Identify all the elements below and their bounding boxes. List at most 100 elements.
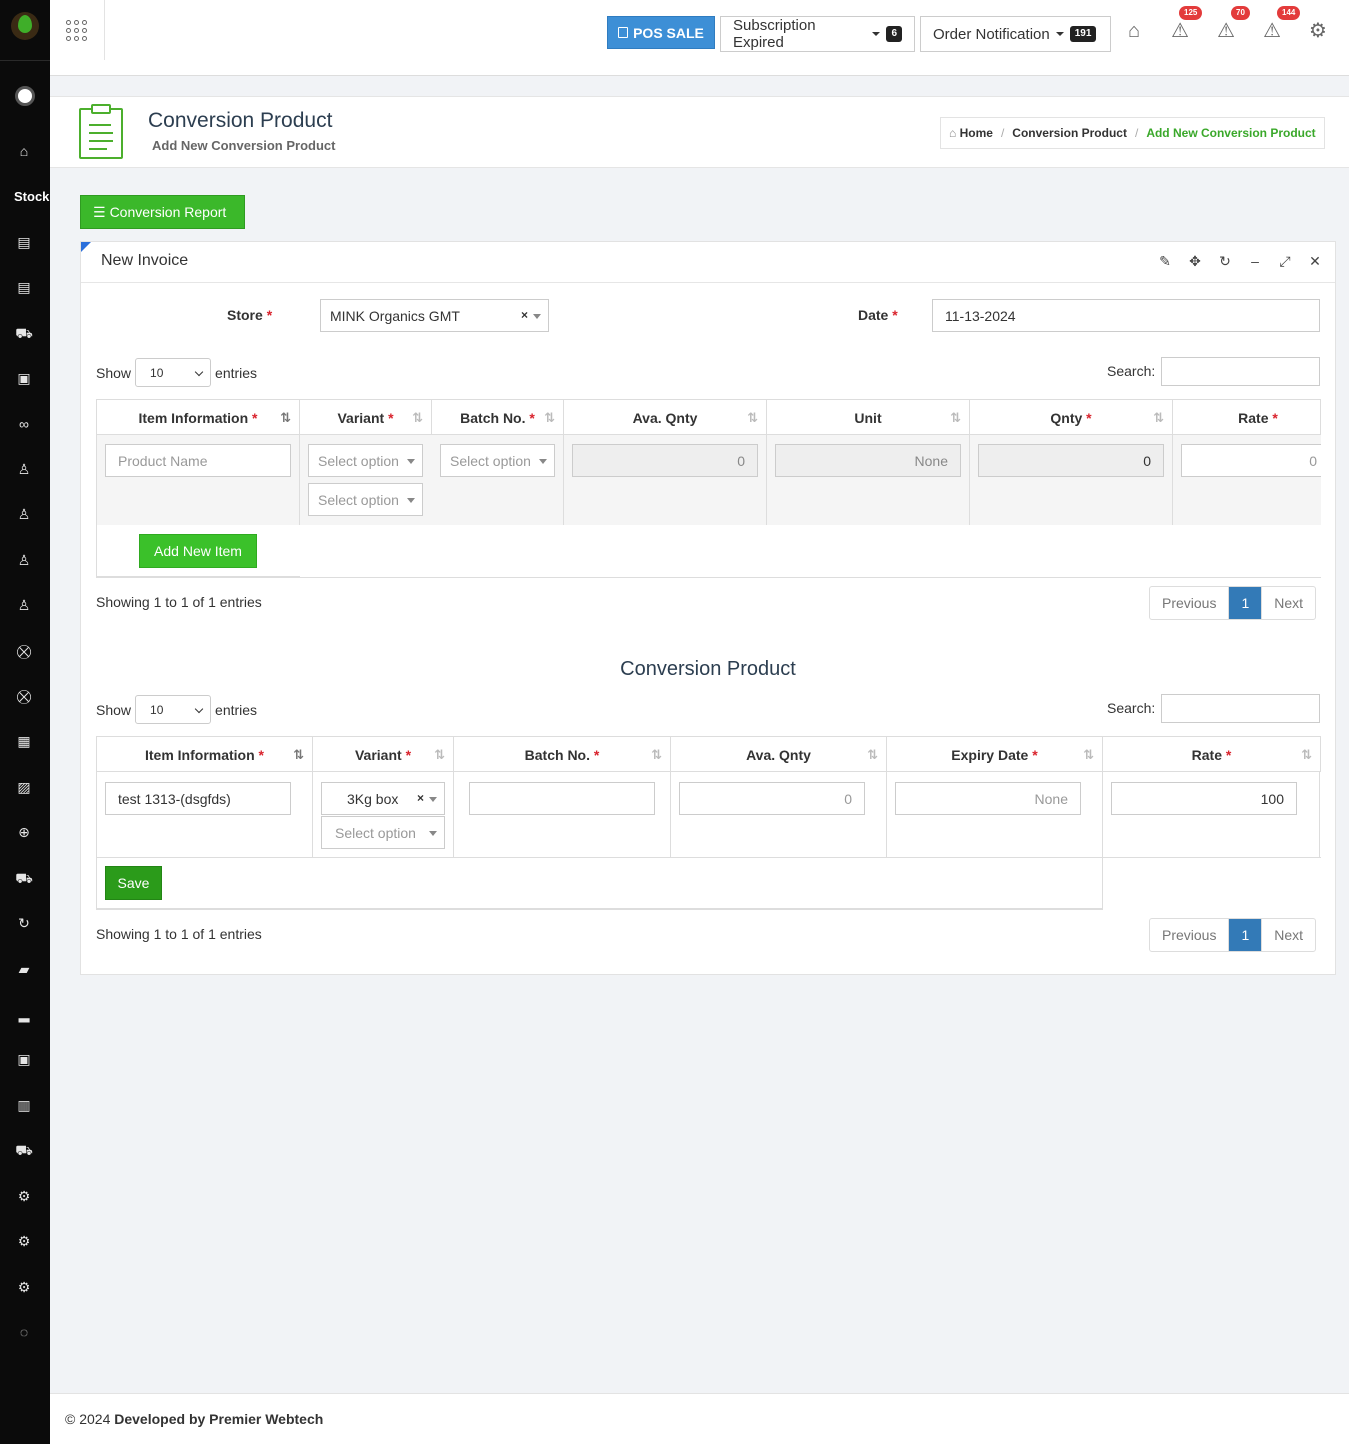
expand-icon[interactable]: ⤢ <box>1277 253 1293 269</box>
subscription-dropdown[interactable]: Subscription Expired 6 <box>720 16 915 52</box>
apps-grid-icon[interactable] <box>66 20 88 42</box>
sort-icon: ⇅ <box>280 410 291 425</box>
rate-input[interactable]: 0 <box>1181 444 1321 477</box>
gear-icon[interactable]: ⚙ <box>15 1280 33 1294</box>
user-icon[interactable]: ♙ <box>15 507 33 521</box>
add-new-item-button[interactable]: Add New Item <box>139 534 257 568</box>
variant-select-2[interactable]: Select option <box>321 816 445 849</box>
next-button[interactable]: Next <box>1262 587 1315 619</box>
table1-header: Item Information * ⇅ Variant * ⇅ Batch No.… <box>96 399 1321 435</box>
table1-search-input[interactable] <box>1161 357 1320 386</box>
truck-icon[interactable]: ⛟ <box>15 1143 33 1157</box>
table1-length-control: Show 10 entries <box>96 358 257 387</box>
user-icon[interactable]: ♙ <box>15 462 33 476</box>
table1-col-qnty[interactable]: Qnty * ⇅ <box>970 400 1173 434</box>
edit-icon[interactable]: ✎ <box>1157 253 1173 269</box>
table1-length-select[interactable]: 10 <box>135 358 212 387</box>
table2-col-variant[interactable]: Variant * ⇅ <box>313 737 454 773</box>
chart-icon[interactable]: ▂ <box>15 1007 33 1021</box>
date-input[interactable]: 11-13-2024 <box>932 299 1320 332</box>
alert-badge-3: 144 <box>1277 6 1301 20</box>
table1-col-batch[interactable]: Batch No. * ⇅ <box>432 400 564 434</box>
conversion-report-button[interactable]: ☰ Conversion Report <box>80 195 245 229</box>
table2-col-item[interactable]: Item Information * ⇅ <box>97 737 313 773</box>
table1-col-rate[interactable]: Rate * <box>1173 400 1320 434</box>
book-icon[interactable]: ▰ <box>15 962 33 976</box>
variant-select-1[interactable]: Select option <box>308 444 423 477</box>
handshake-icon[interactable]: ∞ <box>15 417 33 431</box>
table1-col-unit[interactable]: Unit ⇅ <box>767 400 970 434</box>
breadcrumb-parent[interactable]: Conversion Product <box>1012 126 1127 140</box>
page-title: Conversion Product <box>148 109 333 132</box>
calendar-icon[interactable]: ▦ <box>15 734 33 748</box>
previous-button[interactable]: Previous <box>1150 919 1230 951</box>
warning-icon[interactable]: ⚠ <box>1261 20 1283 42</box>
home-icon[interactable]: ⌂ <box>1123 20 1145 42</box>
page-1-button[interactable]: 1 <box>1229 587 1263 619</box>
next-button[interactable]: Next <box>1262 919 1315 951</box>
pos-sale-button[interactable]: POS SALE <box>607 16 715 49</box>
page-header: Conversion Product Add New Conversion Pr… <box>50 96 1349 168</box>
variant-select[interactable]: 3Kg box × <box>321 782 445 815</box>
qnty-input[interactable]: 0 <box>978 444 1164 477</box>
new-invoice-panel: New Invoice ✎ ✥ ↻ – ⤢ ✕ Store * MINK Org… <box>80 241 1336 975</box>
item-information-input[interactable]: test 1313-(dsgfds) <box>105 782 291 815</box>
move-icon[interactable]: ✥ <box>1187 253 1203 269</box>
order-notification-dropdown[interactable]: Order Notification 191 <box>920 16 1111 52</box>
clear-icon[interactable]: × <box>521 308 528 322</box>
settings-gear-icon[interactable]: ⚙ <box>1307 20 1329 42</box>
table1-col-ava-qnty[interactable]: Ava. Qnty ⇅ <box>564 400 767 434</box>
footer-developer: Developed by Premier Webtech <box>114 1411 324 1427</box>
table2-col-rate[interactable]: Rate * ⇅ <box>1103 737 1320 773</box>
breadcrumb-separator: / <box>1000 126 1005 140</box>
batch-select[interactable]: Select option <box>440 444 555 477</box>
home-icon[interactable]: ⌂ <box>15 144 33 158</box>
page-1-button[interactable]: 1 <box>1229 919 1263 951</box>
close-icon[interactable]: ✕ <box>1307 253 1323 269</box>
refresh-icon[interactable]: ↻ <box>15 916 33 930</box>
table1-col-variant[interactable]: Variant * ⇅ <box>300 400 432 434</box>
previous-button[interactable]: Previous <box>1150 587 1230 619</box>
batch-input[interactable] <box>469 782 655 815</box>
sidebar-item-icon-1[interactable]: ▤ <box>15 235 33 249</box>
chat-icon[interactable]: ◌ <box>15 1325 33 1339</box>
minimize-icon[interactable]: – <box>1247 253 1263 269</box>
panel-header: New Invoice ✎ ✥ ↻ – ⤢ ✕ <box>81 242 1335 283</box>
cart-icon[interactable]: ⛒ <box>15 689 33 703</box>
rate-input[interactable]: 100 <box>1111 782 1297 815</box>
store-select[interactable]: MINK Organics GMT × <box>320 299 549 332</box>
book-open-icon[interactable]: ▥ <box>15 1098 33 1112</box>
user-icon[interactable]: ♙ <box>15 553 33 567</box>
variant-select-2[interactable]: Select option <box>308 483 423 516</box>
gear-icon[interactable]: ⚙ <box>15 1234 33 1248</box>
truck-icon[interactable]: ⛟ <box>15 326 33 340</box>
warning-icon[interactable]: ⚠ <box>1169 20 1191 42</box>
image-icon[interactable]: ▨ <box>15 780 33 794</box>
table2-header: Item Information * ⇅ Variant * ⇅ Batch No.… <box>96 736 1321 773</box>
clear-icon[interactable]: × <box>417 791 424 805</box>
user-icon[interactable]: ♙ <box>15 598 33 612</box>
expiry-date-input[interactable]: None <box>895 782 1081 815</box>
gear-icon[interactable]: ⚙ <box>15 1189 33 1203</box>
ava-qnty-input: 0 <box>679 782 865 815</box>
table2-length-select[interactable]: 10 <box>135 695 212 724</box>
table2-col-ava-qnty[interactable]: Ava. Qnty ⇅ <box>671 737 887 773</box>
table2-col-expiry[interactable]: Expiry Date * ⇅ <box>887 737 1103 773</box>
sidebar-divider <box>0 60 50 61</box>
refresh-icon[interactable]: ↻ <box>1217 253 1233 269</box>
cart-icon[interactable]: ⛒ <box>15 644 33 658</box>
warning-icon[interactable]: ⚠ <box>1215 20 1237 42</box>
app-logo[interactable] <box>11 12 39 40</box>
truck-icon[interactable]: ⛟ <box>15 871 33 885</box>
breadcrumb-home[interactable]: ⌂ Home <box>949 126 993 140</box>
product-name-input[interactable]: Product Name <box>105 444 291 477</box>
crosshair-icon[interactable]: ⊕ <box>15 825 33 839</box>
table2-col-batch[interactable]: Batch No. * ⇅ <box>454 737 671 773</box>
save-button[interactable]: Save <box>105 866 162 900</box>
briefcase-icon[interactable]: ▣ <box>15 1052 33 1066</box>
sidebar-toggle[interactable] <box>15 86 35 106</box>
table1-col-item[interactable]: Item Information * ⇅ <box>97 400 300 434</box>
sidebar-item-icon-2[interactable]: ▤ <box>15 280 33 294</box>
bag-icon[interactable]: ▣ <box>15 371 33 385</box>
table2-search-input[interactable] <box>1161 694 1320 723</box>
